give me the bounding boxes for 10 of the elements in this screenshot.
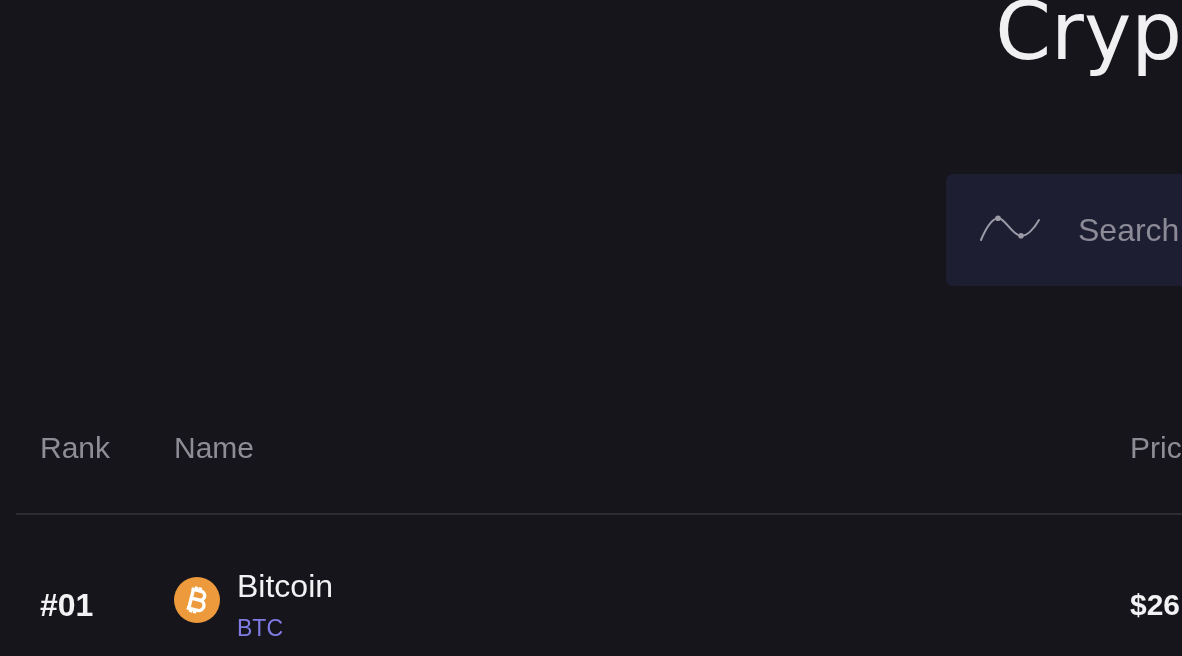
rank-cell-text: #01 [40, 586, 95, 623]
column-header: Name [174, 430, 256, 466]
coin-name: Bitcoin [237, 568, 334, 604]
coin-symbol: BTC [237, 615, 283, 641]
column-header: Rank [40, 430, 112, 466]
coin-icon [174, 576, 220, 623]
price-cell: $26 [1130, 586, 1182, 623]
wave-icon [980, 215, 1040, 241]
column-header: Pric [1130, 430, 1182, 466]
search-field[interactable]: Search [946, 174, 1182, 286]
